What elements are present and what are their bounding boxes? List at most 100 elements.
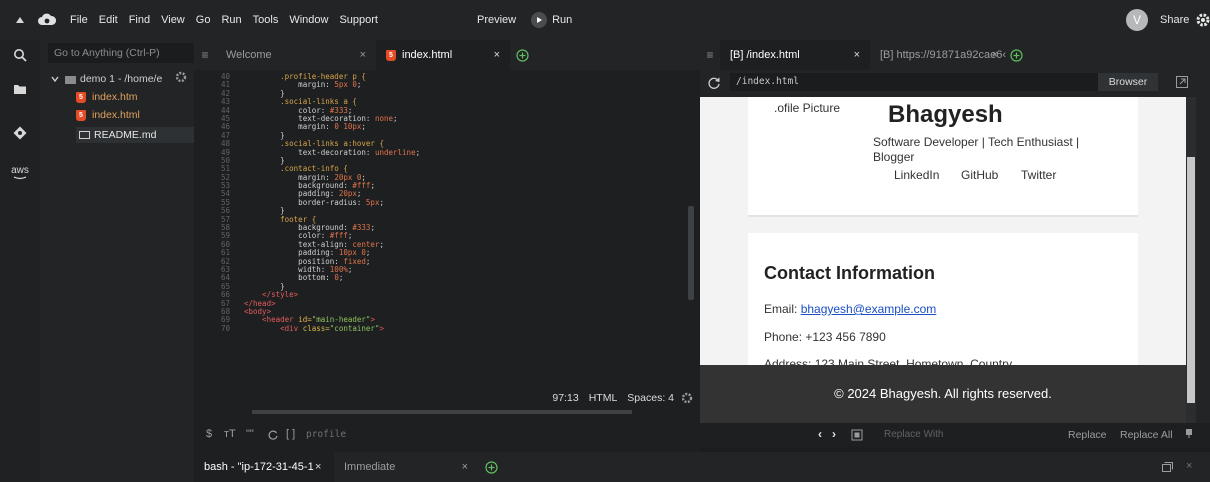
- search-icon[interactable]: [0, 40, 40, 70]
- aws-label: aws: [11, 165, 29, 176]
- preview-url-input[interactable]: /index.html: [730, 73, 1142, 91]
- menu-support[interactable]: Support: [339, 14, 378, 26]
- editor-horizontal-scrollbar[interactable]: [252, 410, 632, 414]
- close-panel-icon[interactable]: ×: [1186, 460, 1192, 472]
- add-tab-icon[interactable]: [510, 43, 534, 67]
- code-content[interactable]: .profile-header p { margin: 5px 0; } .so…: [244, 73, 694, 413]
- refresh-icon[interactable]: [706, 75, 722, 91]
- social-link-linkedin[interactable]: LinkedIn: [894, 168, 939, 182]
- editor-settings-gear-icon[interactable]: [680, 392, 694, 404]
- user-avatar[interactable]: V: [1126, 9, 1148, 31]
- indent-setting[interactable]: Spaces: 4: [627, 392, 674, 404]
- find-input[interactable]: profile: [306, 429, 346, 440]
- code-token: ;: [370, 223, 375, 233]
- cloud9-logo-icon[interactable]: [34, 13, 60, 27]
- find-all-icon[interactable]: [850, 428, 864, 442]
- social-link-github[interactable]: GitHub: [961, 168, 998, 182]
- code-token: ;: [361, 122, 366, 132]
- tab-close-icon[interactable]: ×: [854, 49, 860, 61]
- email-link[interactable]: bhagyesh@example.com: [801, 302, 937, 316]
- tab-terminal-bash[interactable]: bash - "ip-172-31-45-14.e ×: [194, 452, 334, 482]
- case-toggle[interactable]: тТ: [224, 428, 236, 440]
- code-token: underline: [374, 147, 416, 157]
- menu-edit[interactable]: Edit: [99, 14, 118, 26]
- tab-menu-icon[interactable]: ≡: [700, 48, 720, 62]
- maximize-panel-icon[interactable]: [1160, 460, 1174, 474]
- pin-icon[interactable]: [1184, 427, 1194, 439]
- menubar: File Edit Find View Go Run Tools Window …: [0, 0, 1210, 40]
- preview-scrollbar[interactable]: [1186, 97, 1196, 423]
- replace-all-button[interactable]: Replace All: [1120, 429, 1173, 441]
- pop-out-icon[interactable]: [1174, 74, 1190, 90]
- editor-tab-bar: ≡ Welcome × 5 index.html ×: [194, 40, 700, 70]
- tab-preview-remote[interactable]: [B] https://91871a92cae6‹ ×: [870, 40, 1020, 70]
- regex-toggle[interactable]: $: [206, 428, 212, 440]
- code-token: 5px: [365, 197, 380, 207]
- go-to-anything-input[interactable]: Go to Anything (Ctrl-P): [48, 43, 194, 63]
- profile-picture-alt: .ofile Picture: [774, 101, 841, 115]
- menu-find[interactable]: Find: [129, 14, 150, 26]
- html5-file-icon: 5: [386, 49, 396, 61]
- tab-menu-icon[interactable]: ≡: [194, 48, 216, 62]
- in-selection-toggle[interactable]: [ ]: [286, 428, 295, 440]
- code-line: text-decoration: underline;: [244, 147, 694, 157]
- profile-name: Bhagyesh: [888, 101, 1003, 128]
- tab-close-icon[interactable]: ×: [315, 461, 321, 473]
- wrap-around-icon[interactable]: [266, 428, 280, 442]
- language-mode[interactable]: HTML: [589, 392, 618, 404]
- code-token: >: [379, 323, 384, 333]
- phone-text: Phone: +123 456 7890: [764, 330, 886, 344]
- tab-close-icon[interactable]: ×: [360, 49, 366, 61]
- tab-preview-index[interactable]: [B] /index.html ×: [720, 40, 870, 70]
- tree-file-index-html[interactable]: 5 index.html: [76, 109, 140, 121]
- menu-run[interactable]: Run: [221, 14, 241, 26]
- run-button[interactable]: Run: [531, 12, 572, 28]
- tree-settings-gear-icon[interactable]: [173, 70, 189, 84]
- tab-close-icon[interactable]: ×: [494, 49, 500, 61]
- tab-welcome[interactable]: Welcome ×: [216, 40, 376, 70]
- find-replace-bar: $ тТ "" [ ] profile ‹ › Replace With Rep…: [194, 423, 1210, 447]
- find-next-icon[interactable]: ›: [832, 427, 836, 441]
- editor-vertical-scrollbar[interactable]: [688, 206, 694, 300]
- share-button[interactable]: Share: [1160, 14, 1189, 26]
- tree-file-readme[interactable]: README.md: [76, 127, 194, 143]
- tree-root-folder[interactable]: demo 1 - /home/e: [50, 73, 162, 85]
- replace-button[interactable]: Replace: [1068, 429, 1107, 441]
- preview-menu[interactable]: Preview: [477, 14, 516, 26]
- menu-tools[interactable]: Tools: [253, 14, 279, 26]
- browser-button[interactable]: Browser: [1098, 73, 1158, 91]
- settings-gear-icon[interactable]: [1196, 12, 1210, 28]
- file-explorer: Go to Anything (Ctrl-P) demo 1 - /home/e…: [40, 40, 194, 482]
- menu-view[interactable]: View: [161, 14, 185, 26]
- menu-window[interactable]: Window: [289, 14, 328, 26]
- collapse-arrow-icon[interactable]: [6, 16, 34, 24]
- menu-go[interactable]: Go: [196, 14, 211, 26]
- code-token: ;: [393, 113, 398, 123]
- tab-close-icon[interactable]: ×: [462, 461, 468, 473]
- tree-file-index-htm[interactable]: 5 index.htm: [76, 91, 138, 103]
- source-control-icon[interactable]: [0, 118, 40, 148]
- find-previous-icon[interactable]: ‹: [818, 427, 822, 441]
- cursor-position[interactable]: 97:13: [552, 392, 578, 404]
- social-link-twitter[interactable]: Twitter: [1021, 168, 1056, 182]
- tab-close-icon[interactable]: ×: [992, 49, 998, 61]
- tab-index-html[interactable]: 5 index.html ×: [376, 40, 510, 70]
- aws-icon[interactable]: aws: [0, 158, 40, 188]
- preview-pane: ≡ [B] /index.html × [B] https://91871a92…: [700, 40, 1210, 423]
- html5-file-icon: 5: [76, 109, 86, 121]
- tab-immediate[interactable]: Immediate ×: [334, 452, 478, 482]
- menu-file[interactable]: File: [70, 14, 88, 26]
- preview-scroll-thumb[interactable]: [1187, 157, 1195, 403]
- code-token: 5px 0: [334, 80, 357, 90]
- whole-word-toggle[interactable]: "": [246, 428, 254, 440]
- run-label: Run: [552, 14, 573, 26]
- add-tab-icon[interactable]: [484, 460, 498, 474]
- contact-info-card: Contact Information Email: bhagyesh@exam…: [748, 233, 1138, 373]
- file-label: index.htm: [92, 91, 138, 103]
- code-token: ;: [356, 80, 362, 90]
- code-line: margin: 5px 0;: [244, 81, 694, 89]
- profile-card: .ofile Picture Bhagyesh Software Develop…: [748, 97, 1138, 217]
- code-line: }: [244, 282, 694, 291]
- environment-folder-icon[interactable]: [0, 74, 40, 104]
- replace-input[interactable]: Replace With: [884, 429, 943, 440]
